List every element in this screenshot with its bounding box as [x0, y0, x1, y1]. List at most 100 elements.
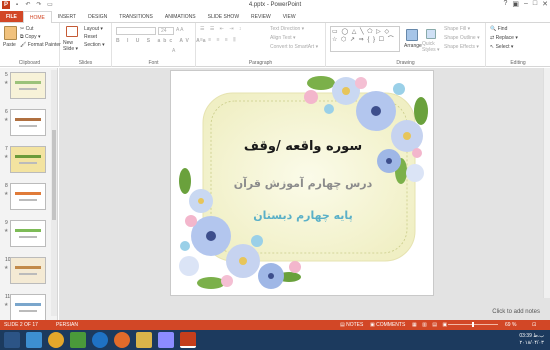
replace-label: Replace ▾ [495, 35, 518, 41]
layout-button[interactable]: Layout ▾ [84, 26, 103, 32]
notes-label: NOTES [346, 322, 364, 328]
tab-insert[interactable]: INSERT [52, 11, 82, 22]
current-slide[interactable]: سوره واقعه /وقف درس چهارم آموزش قرآن پای… [170, 70, 434, 296]
shape-fill-button[interactable]: Shape Fill ▾ [444, 26, 470, 32]
file-explorer-icon[interactable] [136, 332, 152, 348]
tab-transitions[interactable]: TRANSITIONS [113, 11, 159, 22]
convert-smartart-button[interactable]: Convert to SmartArt ▾ [270, 44, 318, 50]
cut-label: Cut [25, 26, 34, 32]
font-style-buttons[interactable]: B I U S abc AV Aa [116, 38, 209, 44]
thumbnail-content [19, 236, 37, 238]
reset-button[interactable]: Reset [84, 34, 97, 40]
shape-outline-button[interactable]: Shape Outline ▾ [444, 35, 480, 41]
slide-grade-text[interactable]: پایه چهارم دبستان [171, 209, 433, 222]
scrollbar-thumb[interactable] [52, 130, 56, 220]
shape-effects-button[interactable]: Shape Effects ▾ [444, 44, 479, 50]
slide-thumbnail[interactable] [10, 109, 46, 136]
arrange-button[interactable]: Arrange [404, 43, 422, 49]
animation-star-icon: ★ [4, 154, 9, 160]
maximize-icon[interactable]: □ [533, 0, 537, 8]
find-button[interactable]: 🔍 Find [490, 26, 507, 32]
cut-button[interactable]: ✂ Cut [20, 26, 33, 32]
comments-button[interactable]: ▣ COMMENTS [370, 322, 405, 328]
paint-icon[interactable] [158, 332, 174, 348]
select-button[interactable]: ↖ Select ▾ [490, 44, 513, 50]
firefox-icon[interactable] [114, 332, 130, 348]
thumbnail-content [15, 303, 41, 306]
clock-date: ۲۰۱۸/۰۴/۰۳ [519, 340, 544, 346]
slide-thumbnail[interactable] [10, 72, 46, 99]
clipboard-label: Clipboard [18, 60, 41, 66]
slides-group: New Slide ▾ Layout ▾ Reset Section ▾ Sli… [60, 23, 112, 67]
font-color-icon[interactable]: A [172, 48, 175, 54]
zoom-slider-handle[interactable] [472, 322, 474, 327]
zoom-level[interactable]: 69 % [505, 322, 516, 328]
align-text-button[interactable]: Align Text ▾ [270, 35, 296, 41]
thumbnail-number: 9 [5, 220, 8, 226]
edge-icon[interactable] [92, 332, 108, 348]
copy-button[interactable]: ⧉ Copy ▾ [20, 34, 41, 40]
fit-slide-icon[interactable]: ⊡ [532, 322, 536, 328]
drawing-label: Drawing [396, 60, 415, 66]
ribbon: Paste ✂ Cut ⧉ Copy ▾ 🖌 Format Painter Cl… [0, 23, 550, 67]
telegram-icon[interactable] [26, 332, 42, 348]
slide-thumbnail[interactable] [10, 257, 46, 284]
paragraph-group: ☰ ☰ ⇤ ⇥ ↕ ≡ ≡ ≡ ≡ ⫼ Text Direction ▾ Ali… [196, 23, 326, 67]
tab-view[interactable]: VIEW [277, 11, 302, 22]
close-icon[interactable]: ✕ [542, 0, 548, 8]
font-name-box[interactable] [116, 27, 156, 35]
replace-button[interactable]: ⇄ Replace ▾ [490, 35, 518, 41]
format-painter-button[interactable]: 🖌 Format Painter [20, 42, 61, 48]
tab-slide-show[interactable]: SLIDE SHOW [202, 11, 245, 22]
tab-design[interactable]: DESIGN [82, 11, 113, 22]
chrome-icon[interactable] [48, 332, 64, 348]
notes-button[interactable]: ▤ NOTES [340, 322, 363, 328]
paste-button[interactable]: Paste [3, 42, 16, 48]
tab-file[interactable]: FILE [0, 11, 23, 22]
list-buttons[interactable]: ☰ ☰ ⇤ ⇥ ↕ [200, 26, 243, 32]
grow-font-icon[interactable]: A A [176, 27, 184, 33]
font-size-box[interactable]: 24 [158, 27, 174, 35]
view-buttons[interactable]: ▦ ▥ ▤ ▣ [412, 322, 449, 328]
slide-thumbnail[interactable] [10, 294, 46, 321]
thumbnail-content [19, 199, 37, 201]
paste-icon[interactable] [4, 26, 17, 40]
status-bar: SLIDE 2 OF 17 PERSIAN ▤ NOTES ▣ COMMENTS… [0, 320, 550, 330]
slide-subtitle[interactable]: درس چهارم آموزش قرآن [171, 177, 433, 190]
slide-thumbnail[interactable] [10, 220, 46, 247]
align-buttons[interactable]: ≡ ≡ ≡ ≡ ⫼ [200, 37, 238, 43]
tab-review[interactable]: REVIEW [245, 11, 277, 22]
minimize-icon[interactable]: – [524, 0, 528, 8]
thumbnail-content [15, 155, 41, 158]
font-label: Font [148, 60, 159, 66]
slide-thumbnail[interactable] [10, 183, 46, 210]
thumbnail-content [19, 273, 37, 275]
text-direction-button[interactable]: Text Direction ▾ [270, 26, 304, 32]
slide-thumbnails-panel[interactable]: 5 ★ 6 ★ 7 ★ 8 ★ 9 ★ 10 ★ 11 ★ [0, 68, 58, 321]
shapes-gallery[interactable]: ▭ ◯ △ ╲ ⬠ ▷ ◇ ☆ ⬡ ↗ ⇒ { } ☐ ⌒ [330, 26, 400, 52]
clipboard-group: Paste ✂ Cut ⧉ Copy ▾ 🖌 Format Painter Cl… [0, 23, 61, 67]
new-slide-icon[interactable] [66, 26, 78, 37]
quick-styles-icon[interactable] [426, 29, 436, 39]
system-clock[interactable]: 03:39 ب.ظ ۲۰۱۸/۰۴/۰۳ [519, 333, 544, 347]
thumbnails-scrollbar[interactable] [51, 70, 57, 316]
slide-thumbnail[interactable] [10, 146, 46, 173]
arrange-icon[interactable] [406, 29, 418, 41]
editing-canvas[interactable]: سوره واقعه /وقف درس چهارم آموزش قرآن پای… [59, 68, 550, 320]
thumbnail-content [19, 125, 37, 127]
slide-title[interactable]: سوره واقعه /وقف [171, 139, 433, 154]
powerpoint-taskbar-icon[interactable] [180, 332, 196, 348]
ribbon-options-icon[interactable]: ▣ [512, 0, 519, 8]
quick-styles-button[interactable]: Quick Styles ▾ [422, 41, 442, 53]
start-button-icon[interactable] [4, 332, 20, 348]
slides-label: Slides [78, 60, 93, 66]
canvas-scrollbar[interactable] [543, 68, 550, 298]
new-slide-button[interactable]: New Slide ▾ [63, 40, 83, 52]
section-button[interactable]: Section ▾ [84, 42, 105, 48]
language-indicator[interactable]: PERSIAN [56, 322, 78, 328]
notes-placeholder[interactable]: Click to add notes [492, 309, 540, 315]
editing-label: Editing [510, 60, 526, 66]
help-icon[interactable]: ? [503, 0, 507, 8]
excel-icon[interactable] [70, 332, 86, 348]
tab-animations[interactable]: ANIMATIONS [159, 11, 202, 22]
